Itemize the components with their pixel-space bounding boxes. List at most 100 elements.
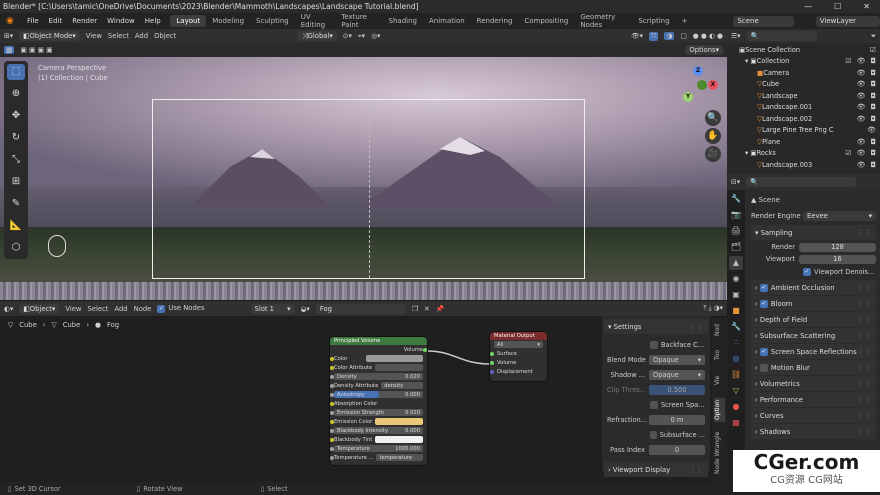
outliner-item[interactable]: ▽ Landscape.001 👁 ◘	[727, 102, 880, 114]
menu-file[interactable]: File	[22, 17, 44, 25]
panel-subsurface-scattering[interactable]: › Subsurface Scattering ⋮⋮	[751, 328, 876, 343]
color-swatch[interactable]	[365, 355, 423, 362]
pan-hand-icon[interactable]: ✋	[705, 128, 721, 144]
maximize-button[interactable]: ☐	[834, 2, 841, 11]
settings-panel-header[interactable]: ▾ Settings ⋮⋮	[604, 319, 708, 334]
object-tab-icon[interactable]: ■	[729, 304, 743, 318]
viewport-denoise-checkbox[interactable]: ✓ Viewport Denois...	[751, 265, 876, 279]
viewport-display-panel[interactable]: › Viewport Display ⋮⋮	[604, 462, 708, 477]
outliner-item[interactable]: ▽ Landscape 👁 ◘	[727, 90, 880, 102]
gizmo-toggle-icon[interactable]: ⤧	[648, 31, 659, 41]
emission-strength-field[interactable]: Emission Strength 0.020	[334, 409, 423, 416]
tab-node[interactable]: Nod	[714, 322, 725, 338]
backface-culling-checkbox[interactable]: Backface C...	[602, 337, 710, 352]
checkbox-icon[interactable]: ✓	[759, 347, 768, 356]
tab-node-wrangler[interactable]: Node Wrangle	[714, 430, 725, 476]
tab-animation[interactable]: Animation	[423, 15, 471, 27]
world-tab-icon[interactable]: ◉	[729, 272, 743, 286]
outliner-item[interactable]: ▽ Landscape.002 👁 ◘	[727, 113, 880, 125]
output-tab-icon[interactable]: 🖨	[729, 224, 743, 238]
input-socket[interactable]	[330, 374, 334, 379]
visibility-icon[interactable]: 👁▾	[631, 32, 643, 40]
axis-z[interactable]: Z	[693, 66, 703, 76]
transform-orientation[interactable]: ⤨ Global ▾	[298, 31, 337, 41]
annotate-tool-icon[interactable]: ✎	[7, 196, 25, 212]
blackbody-intensity-field[interactable]: Blackbody Intensity 0.000	[334, 427, 423, 434]
eye-icon[interactable]: 👁	[857, 57, 866, 65]
texture-tab-icon[interactable]: ▦	[729, 416, 743, 430]
node-menu-node[interactable]: Node	[134, 305, 152, 313]
axis-neg-y[interactable]	[697, 80, 707, 90]
move-tool-icon[interactable]: ✥	[7, 108, 25, 124]
tab-rendering[interactable]: Rendering	[471, 15, 519, 27]
outliner-item[interactable]: ▽ Cube 👁 ◘	[727, 79, 880, 91]
panel-depth-of-field[interactable]: › Depth of Field ⋮⋮	[751, 312, 876, 327]
scale-tool-icon[interactable]: ⤡	[7, 152, 25, 168]
outliner-item[interactable]: ▾ ▣ Collection ☑ 👁 ◘	[727, 56, 880, 68]
density-field[interactable]: Density 0.020	[334, 373, 423, 380]
xray-icon[interactable]: ▢	[680, 32, 686, 40]
transform-tool-icon[interactable]: ⊞	[7, 174, 25, 190]
checkbox-icon[interactable]: ☑	[845, 57, 851, 65]
zoom-icon[interactable]: 🔍	[705, 110, 721, 126]
eye-icon[interactable]: 👁	[857, 69, 866, 77]
tab-scripting[interactable]: Scripting	[632, 15, 675, 27]
menu-view[interactable]: View	[86, 32, 102, 40]
panel-screen-space-reflections[interactable]: › ✓ Screen Space Reflections ⋮⋮	[751, 344, 876, 359]
camera-restrict-icon[interactable]: ◘	[870, 69, 876, 77]
input-socket[interactable]	[490, 360, 494, 365]
text-field[interactable]: temperature	[376, 454, 423, 461]
proportional-edit-icon[interactable]: ◎▾	[371, 32, 380, 40]
checkbox-icon[interactable]	[759, 363, 768, 372]
checkbox-icon[interactable]: ✓	[759, 299, 768, 308]
slot-selector[interactable]: Slot 1 ▾	[250, 303, 295, 314]
render-samples-field[interactable]: 128	[799, 242, 876, 252]
camera-restrict-icon[interactable]: ◘	[870, 138, 876, 146]
text-field[interactable]	[375, 364, 423, 371]
tab-sculpting[interactable]: Sculpting	[250, 15, 295, 27]
menu-help[interactable]: Help	[140, 17, 166, 25]
input-socket[interactable]	[330, 383, 334, 388]
tab-geometry-nodes[interactable]: Geometry Nodes	[574, 11, 632, 31]
input-socket[interactable]	[330, 401, 334, 406]
tab-options[interactable]: Option	[714, 398, 725, 422]
tab-texture-paint[interactable]: Texture Paint	[335, 11, 382, 31]
node-overlay-icon[interactable]: ⤒ ⤓ ◑▾	[703, 304, 723, 313]
delete-material-icon[interactable]: ✕	[424, 305, 430, 313]
outliner-item[interactable]: ■ Camera 👁 ◘	[727, 67, 880, 79]
eye-icon[interactable]: 👁	[857, 80, 866, 88]
snap-icon[interactable]: ⌖▾	[358, 32, 365, 41]
axis-y[interactable]: Y	[683, 92, 693, 102]
outliner-item[interactable]: ▽ Large Pine Tree Png C 👁	[727, 125, 880, 137]
blackbody-tint-swatch[interactable]	[375, 436, 423, 443]
eye-icon[interactable]: 👁	[857, 115, 866, 123]
input-socket[interactable]	[330, 455, 334, 460]
mode-selector[interactable]: ◧ Object Mode ▾	[19, 31, 80, 41]
input-socket[interactable]	[330, 446, 334, 451]
viewport-samples-field[interactable]: 16	[799, 254, 876, 264]
menu-window[interactable]: Window	[102, 17, 140, 25]
physics-tab-icon[interactable]: ◎	[729, 352, 743, 366]
panel-performance[interactable]: › Performance ⋮⋮	[751, 392, 876, 407]
blend-mode-dropdown[interactable]: Opaque ▾	[649, 354, 705, 365]
anisotropy-field[interactable]: Anisotropy 0.000	[334, 391, 423, 398]
shader-type-selector[interactable]: ◧ Object ▾	[19, 303, 60, 314]
material-sphere-icon[interactable]: ◒▾	[301, 305, 310, 313]
constraints-tab-icon[interactable]: ⛓	[729, 368, 743, 382]
view-layer-tab-icon[interactable]: 🗂	[729, 240, 743, 254]
tab-uv-editing[interactable]: UV Editing	[295, 11, 336, 31]
select-box-icon[interactable]: ▦	[4, 46, 15, 54]
axis-x[interactable]: X	[708, 80, 718, 90]
eye-icon[interactable]: 👁	[857, 92, 866, 100]
input-socket[interactable]	[330, 356, 334, 361]
input-socket[interactable]	[330, 437, 334, 442]
menu-select[interactable]: Select	[108, 32, 129, 40]
node-menu-add[interactable]: Add	[114, 305, 127, 313]
checkbox-icon[interactable]: ☑	[870, 46, 876, 54]
menu-render[interactable]: Render	[67, 17, 102, 25]
tab-modeling[interactable]: Modeling	[206, 15, 250, 27]
eye-icon[interactable]: 👁	[857, 103, 866, 111]
eye-icon[interactable]: 👁	[857, 138, 866, 146]
camera-restrict-icon[interactable]: ◘	[870, 103, 876, 111]
eye-icon[interactable]: 👁	[857, 149, 866, 157]
